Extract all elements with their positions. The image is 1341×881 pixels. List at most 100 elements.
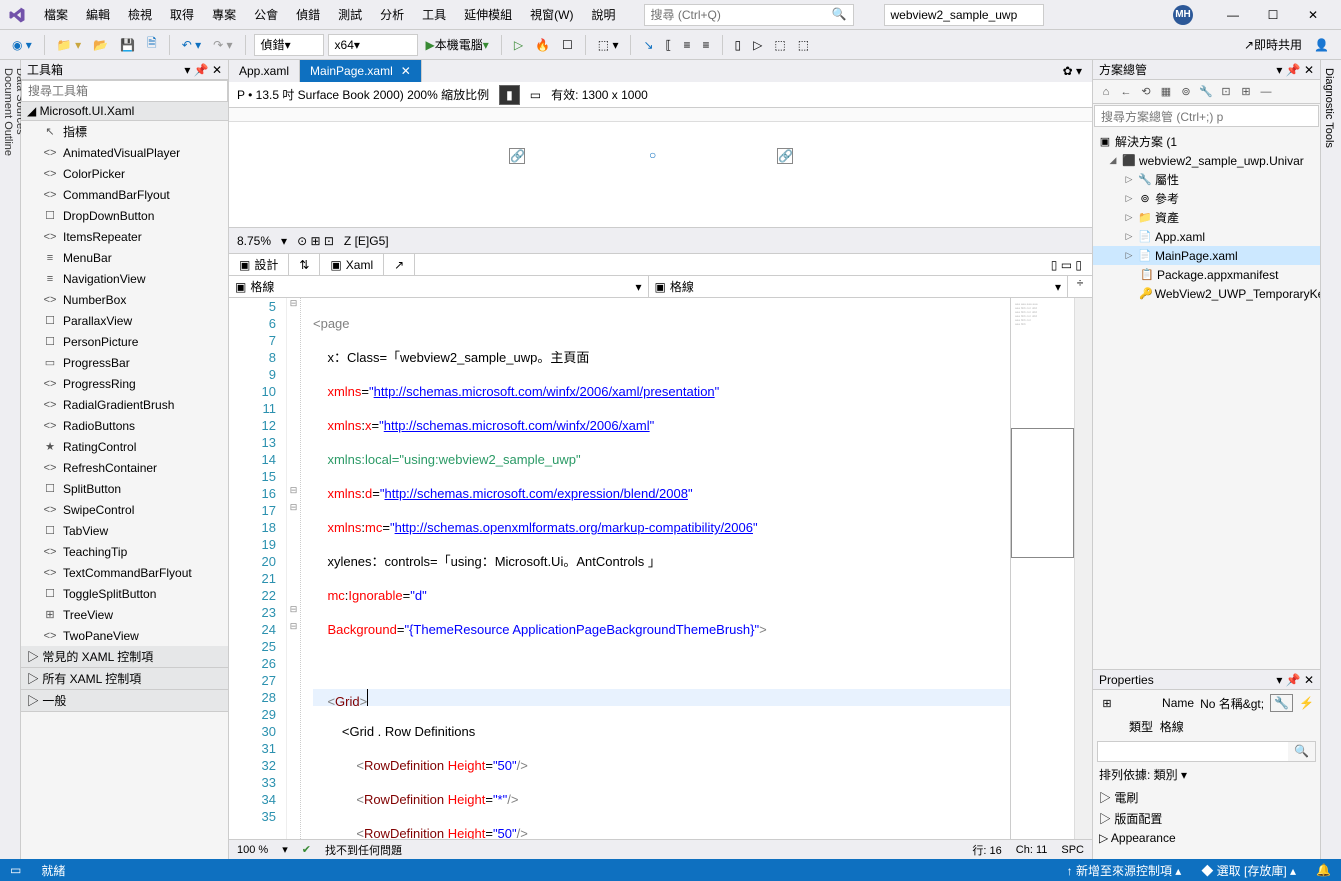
feedback-button[interactable]: 👤	[1310, 36, 1333, 54]
toolbox-item[interactable]: ☐PersonPicture	[21, 331, 228, 352]
config-combo[interactable]: 偵錯 ▾	[254, 34, 324, 56]
code-minimap[interactable]: aaa aaa aaa aaa aaa bbb ccc ddd aaa bbb …	[1010, 298, 1074, 839]
bolt-icon[interactable]: ⚡	[1299, 696, 1314, 710]
menu-analyze[interactable]: 分析	[372, 2, 412, 27]
props-sort[interactable]: 排列依據: 類別 ▾	[1093, 762, 1320, 787]
code-editor[interactable]: 5678910111213141516171819202122232425262…	[229, 298, 1092, 839]
maximize-button[interactable]: ☐	[1253, 1, 1293, 29]
tree-app-xaml[interactable]: ▷📄App.xaml	[1093, 227, 1320, 246]
menu-view[interactable]: 檢視	[120, 2, 160, 27]
tb-icon2[interactable]: ⬚ ▾	[594, 36, 623, 54]
tb-icon8[interactable]: ▷	[749, 36, 766, 54]
canvas-handle2[interactable]: 🔗	[777, 148, 793, 164]
zoom-pct[interactable]: 100 %	[237, 844, 268, 856]
doc-outline-tab[interactable]: Document Outline	[2, 68, 14, 839]
tb-icon7[interactable]: ▯	[731, 36, 746, 54]
toolbox-item[interactable]: ☐ParallaxView	[21, 310, 228, 331]
element-combo-right[interactable]: ▣ 格線▾	[649, 276, 1069, 297]
tree-properties[interactable]: ▷🔧屬性	[1093, 170, 1320, 189]
tree-assets[interactable]: ▷📁資產	[1093, 208, 1320, 227]
toolbox-item[interactable]: ☐ToggleSplitButton	[21, 583, 228, 604]
new-project-button[interactable]: 📁 ▾	[53, 36, 85, 54]
start-debug-button[interactable]: ▶ 本機電腦 ▾	[422, 34, 493, 55]
toolbox-item[interactable]: <>TextCommandBarFlyout	[21, 562, 228, 583]
search-box[interactable]: 搜尋 (Ctrl+Q) 🔍	[644, 4, 854, 26]
toolbox-group-3[interactable]: ▷ 所有 XAML 控制項	[21, 668, 228, 690]
toolbox-item[interactable]: <>RadialGradientBrush	[21, 394, 228, 415]
toolbox-item[interactable]: ≡NavigationView	[21, 268, 228, 289]
status-bell-icon[interactable]: 🔔	[1316, 863, 1331, 877]
se-icon7[interactable]: ⊡	[1217, 83, 1235, 101]
menu-test[interactable]: 測試	[330, 2, 370, 27]
toolbox-search[interactable]	[21, 80, 228, 102]
zoom-combo[interactable]: 8.75%	[237, 234, 271, 248]
menu-debug[interactable]: 偵錯	[288, 2, 328, 27]
swap-button[interactable]: ⇅	[289, 254, 320, 275]
menu-tools[interactable]: 工具	[414, 2, 454, 27]
tree-project[interactable]: ◢⬛webview2_sample_uwp.Univar	[1093, 151, 1320, 170]
se-sync-icon[interactable]: ⟲	[1137, 83, 1155, 101]
toolbox-item[interactable]: <>CommandBarFlyout	[21, 184, 228, 205]
se-icon8[interactable]: ⊞	[1237, 83, 1255, 101]
redo-button[interactable]: ↷ ▾	[209, 36, 236, 54]
menu-edit[interactable]: 編輯	[78, 2, 118, 27]
se-back-icon[interactable]: ←	[1117, 83, 1135, 101]
menu-get[interactable]: 取得	[162, 2, 202, 27]
se-icon9[interactable]: —	[1257, 83, 1275, 101]
user-avatar[interactable]: MH	[1173, 5, 1193, 25]
menu-project[interactable]: 專案	[204, 2, 244, 27]
se-showall-icon[interactable]: ▦	[1157, 83, 1175, 101]
menu-file[interactable]: 檔案	[36, 2, 76, 27]
minimize-button[interactable]: —	[1213, 1, 1253, 29]
tb-icon9[interactable]: ⬚	[770, 36, 789, 54]
toolbox-item[interactable]: <>NumberBox	[21, 289, 228, 310]
props-cat-appearance[interactable]: ▷ Appearance	[1093, 829, 1320, 847]
menu-help[interactable]: 說明	[584, 2, 624, 27]
tab-options[interactable]: ✿ ▾	[1053, 60, 1092, 82]
tree-solution[interactable]: ▣解決方案 (1	[1093, 132, 1320, 151]
element-combo-left[interactable]: ▣ 格線▾	[229, 276, 649, 297]
tb-icon10[interactable]: ⬚	[794, 36, 813, 54]
split-toggle[interactable]: ÷	[1068, 276, 1092, 297]
tab-mainpage-xaml[interactable]: MainPage.xaml✕	[300, 60, 422, 82]
tb-icon3[interactable]: ↘	[639, 36, 657, 54]
status-source-control[interactable]: ↑ 新增至來源控制項 ▴	[1067, 862, 1182, 879]
close-button[interactable]: ✕	[1293, 1, 1333, 29]
menu-guild[interactable]: 公會	[246, 2, 286, 27]
design-tab[interactable]: ▣ 設計	[229, 254, 289, 275]
menu-extensions[interactable]: 延伸模組	[456, 2, 520, 27]
toolbox-item[interactable]: ▭ProgressBar	[21, 352, 228, 373]
se-refresh-icon[interactable]: ⊚	[1177, 83, 1195, 101]
props-cat-layout[interactable]: ▷ 版面配置	[1093, 808, 1320, 829]
props-search-input[interactable]	[1098, 742, 1288, 761]
toolbox-item[interactable]: <>ItemsRepeater	[21, 226, 228, 247]
solexp-search[interactable]: 搜尋方案總管 (Ctrl+;) p	[1094, 105, 1319, 127]
diagnostic-tools-tab[interactable]: Diagnostic Tools	[1323, 68, 1335, 851]
save-all-button[interactable]: 🗎	[143, 32, 161, 57]
toolbox-item[interactable]: ↖指標	[21, 121, 228, 142]
hot-reload-button[interactable]: 🔥	[531, 36, 554, 54]
solution-name-box[interactable]: webview2_sample_uwp	[884, 4, 1044, 26]
toolbox-item[interactable]: <>RefreshContainer	[21, 457, 228, 478]
toolbox-item[interactable]: <>TeachingTip	[21, 541, 228, 562]
tb-icon4[interactable]: ⟦	[662, 36, 676, 54]
toolbox-item[interactable]: ☐DropDownButton	[21, 205, 228, 226]
zoom-icons[interactable]: ⊙ ⊞ ⊡	[297, 234, 334, 248]
save-button[interactable]: 💾	[116, 36, 139, 54]
code-text[interactable]: <page x：Class=「webview2_sample_uwp。主頁面 x…	[301, 298, 1010, 839]
start-without-debug-button[interactable]: ▷	[510, 36, 527, 54]
toolbox-group[interactable]: ◢ Microsoft.UI.Xaml	[21, 102, 228, 121]
vertical-scrollbar[interactable]	[1074, 298, 1092, 839]
se-prop-icon[interactable]: 🔧	[1197, 83, 1215, 101]
wrench-icon[interactable]: 🔧	[1270, 694, 1293, 712]
props-search[interactable]: 🔍	[1097, 741, 1316, 762]
designer-canvas[interactable]: 🔗 ○ 🔗	[229, 108, 1092, 228]
xaml-tab[interactable]: ▣ Xaml	[320, 254, 384, 275]
open-button[interactable]: 📂	[89, 36, 112, 54]
toolbox-item[interactable]: ★RatingControl	[21, 436, 228, 457]
tb-icon5[interactable]: ≡	[680, 36, 695, 54]
toolbox-item[interactable]: <>SwipeControl	[21, 499, 228, 520]
toolbox-item[interactable]: ≡MenuBar	[21, 247, 228, 268]
menu-window[interactable]: 視窗(W)	[522, 2, 581, 27]
layout-icon2[interactable]: ▭	[530, 88, 541, 102]
